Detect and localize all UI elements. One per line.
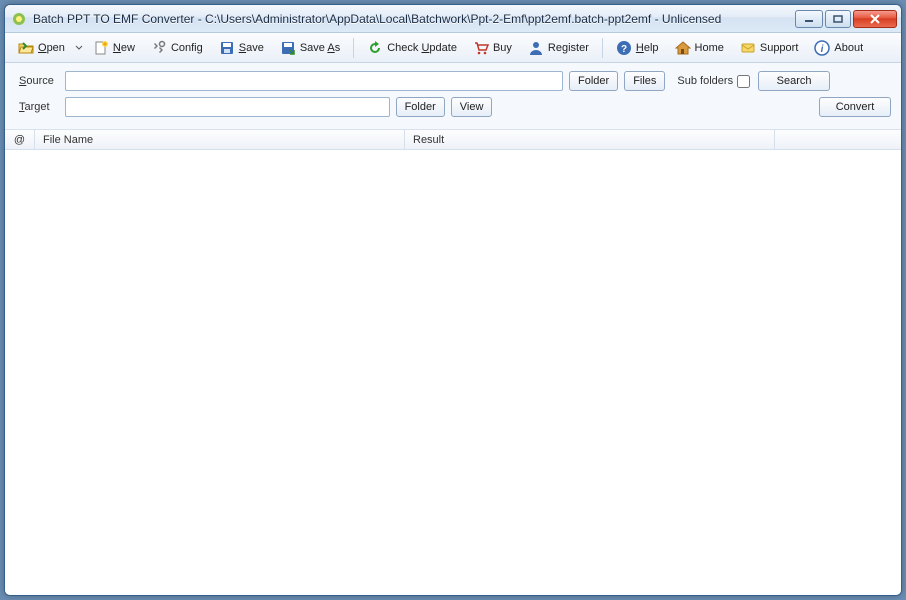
toolbar-separator — [353, 38, 354, 58]
col-spacer — [775, 130, 901, 149]
app-window: Batch PPT TO EMF Converter - C:\Users\Ad… — [4, 4, 902, 596]
open-dropdown[interactable] — [74, 37, 84, 59]
source-row: Source Folder Files Sub folders Search — [19, 71, 891, 91]
maximize-button[interactable] — [825, 10, 851, 28]
help-button[interactable]: ? Help — [609, 37, 666, 59]
support-label: Support — [760, 42, 799, 54]
close-button[interactable] — [853, 10, 897, 28]
refresh-icon — [367, 40, 383, 56]
support-button[interactable]: Support — [733, 37, 806, 59]
saveas-icon — [280, 40, 296, 56]
save-label: Save — [239, 42, 264, 54]
target-input[interactable] — [65, 97, 390, 117]
source-folder-button[interactable]: Folder — [569, 71, 618, 91]
target-folder-button[interactable]: Folder — [396, 97, 445, 117]
saveas-button[interactable]: Save As — [273, 37, 347, 59]
svg-text:i: i — [821, 44, 824, 55]
new-button[interactable]: New — [86, 37, 142, 59]
check-update-label: Check Update — [387, 42, 457, 54]
form-area: Source Folder Files Sub folders Search T… — [5, 63, 901, 130]
toolbar: OOpenpen New Config Save — [5, 33, 901, 63]
col-result[interactable]: Result — [405, 130, 775, 149]
chevron-down-icon — [75, 45, 83, 51]
col-filename[interactable]: File Name — [35, 130, 405, 149]
subfolders-checkbox[interactable] — [737, 75, 750, 88]
target-row: Target Folder View Convert — [19, 97, 891, 117]
home-label: Home — [695, 42, 724, 54]
source-input[interactable] — [65, 71, 563, 91]
app-icon — [11, 11, 27, 27]
help-label: Help — [636, 42, 659, 54]
open-label: OOpenpen — [38, 42, 65, 54]
register-label: Register — [548, 42, 589, 54]
buy-label: Buy — [493, 42, 512, 54]
close-icon — [869, 14, 881, 24]
config-button[interactable]: Config — [144, 37, 210, 59]
home-button[interactable]: Home — [668, 37, 731, 59]
new-file-icon — [93, 40, 109, 56]
maximize-icon — [833, 15, 843, 23]
save-icon — [219, 40, 235, 56]
support-icon — [740, 40, 756, 56]
home-icon — [675, 40, 691, 56]
convert-button[interactable]: Convert — [819, 97, 891, 117]
toolbar-separator — [602, 38, 603, 58]
help-icon: ? — [616, 40, 632, 56]
subfolders-checkbox-wrap[interactable]: Sub folders — [677, 75, 750, 88]
config-icon — [151, 40, 167, 56]
svg-text:?: ? — [621, 44, 627, 55]
col-at[interactable]: @ — [5, 130, 35, 149]
check-update-button[interactable]: Check Update — [360, 37, 464, 59]
minimize-button[interactable] — [795, 10, 823, 28]
results-table: @ File Name Result — [5, 130, 901, 596]
new-label: New — [113, 42, 135, 54]
saveas-label: Save As — [300, 42, 340, 54]
view-button[interactable]: View — [451, 97, 493, 117]
about-button[interactable]: i About — [807, 37, 870, 59]
user-icon — [528, 40, 544, 56]
table-header: @ File Name Result — [5, 130, 901, 150]
info-icon: i — [814, 40, 830, 56]
subfolders-label: Sub folders — [677, 75, 733, 87]
cart-icon — [473, 40, 489, 56]
search-button[interactable]: Search — [758, 71, 830, 91]
target-label: Target — [19, 101, 59, 113]
source-files-button[interactable]: Files — [624, 71, 665, 91]
register-button[interactable]: Register — [521, 37, 596, 59]
source-label: Source — [19, 75, 59, 87]
buy-button[interactable]: Buy — [466, 37, 519, 59]
window-controls — [795, 10, 897, 28]
minimize-icon — [804, 15, 814, 23]
about-label: About — [834, 42, 863, 54]
config-label: Config — [171, 42, 203, 54]
save-button[interactable]: Save — [212, 37, 271, 59]
window-title: Batch PPT TO EMF Converter - C:\Users\Ad… — [33, 12, 795, 26]
title-bar: Batch PPT TO EMF Converter - C:\Users\Ad… — [5, 5, 901, 33]
folder-open-icon — [18, 40, 34, 56]
open-button[interactable]: OOpenpen — [11, 37, 72, 59]
